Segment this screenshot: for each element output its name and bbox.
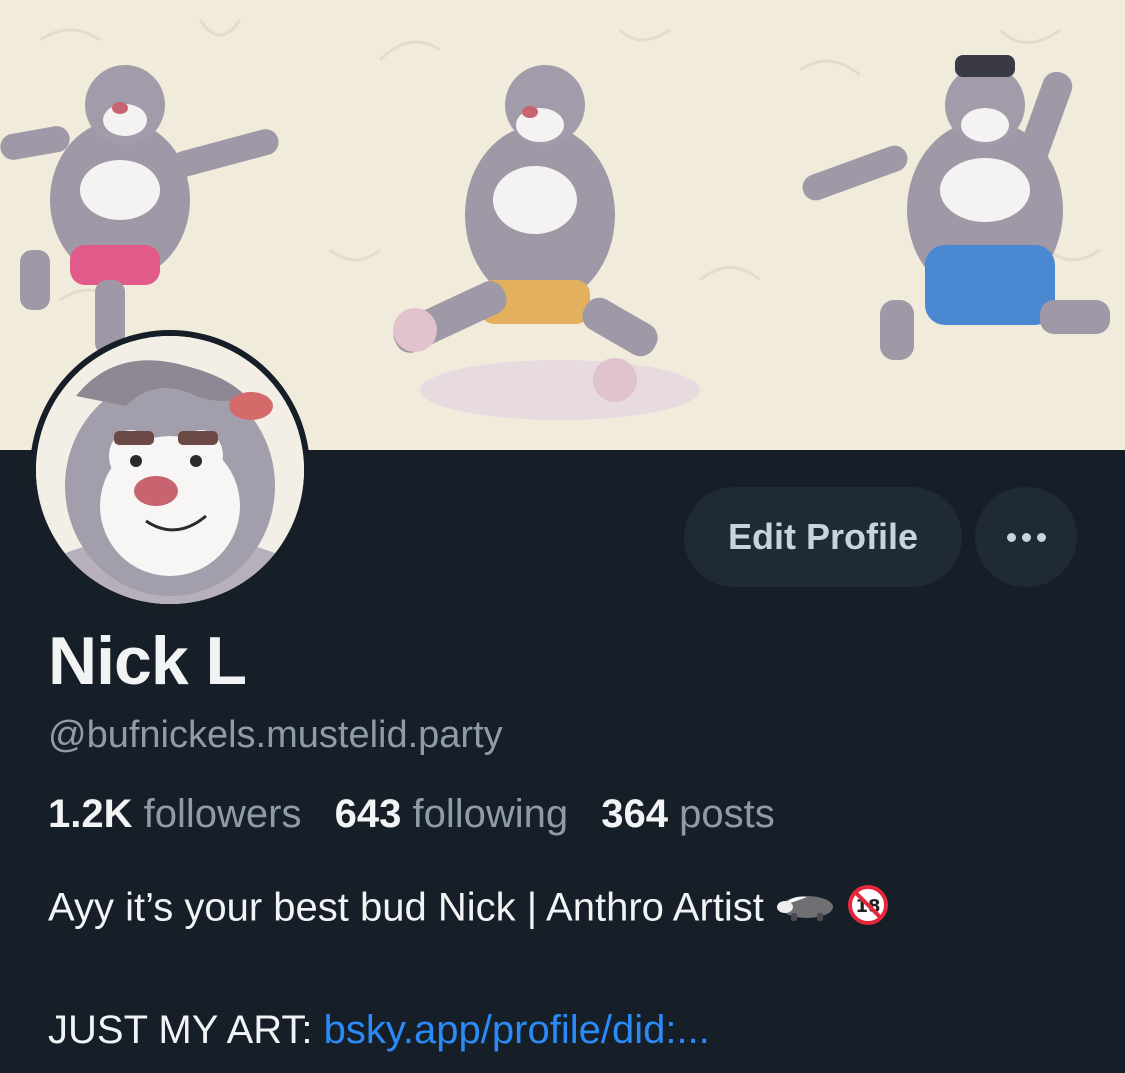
followers-label: followers [143,792,302,836]
art-link[interactable]: bsky.app/profile/did:... [324,1008,710,1052]
badger-icon [775,885,837,935]
edit-profile-label: Edit Profile [727,516,919,557]
following-stat[interactable]: 643 following [335,792,569,836]
art-link-line: JUST MY ART: bsky.app/profile/did:... [48,1008,710,1053]
edit-profile-button[interactable]: Edit Profile [684,487,962,587]
posts-label: posts [679,792,775,836]
avatar[interactable] [30,330,310,610]
posts-count: 364 [601,792,668,836]
profile-stats: 1.2K followers 643 following 364 posts [48,792,797,837]
followers-stat[interactable]: 1.2K followers [48,792,301,836]
more-dots-icon [1006,532,1046,542]
display-name: Nick L [48,623,247,699]
bio: Ayy it’s your best bud Nick | Anthro Art… [48,885,889,935]
posts-stat: 364 posts [601,792,774,836]
bio-text: Ayy it’s your best bud Nick | Anthro Art… [48,885,764,930]
following-count: 643 [334,792,402,836]
art-label: JUST MY ART: [48,1008,324,1052]
avatar-image [36,336,304,604]
followers-count: 1.2K [48,792,133,836]
no-under-18-icon: 18 [848,885,889,935]
handle: @bufnickels.mustelid.party [48,714,503,756]
following-label: following [412,792,569,836]
more-options-button[interactable] [975,487,1077,587]
